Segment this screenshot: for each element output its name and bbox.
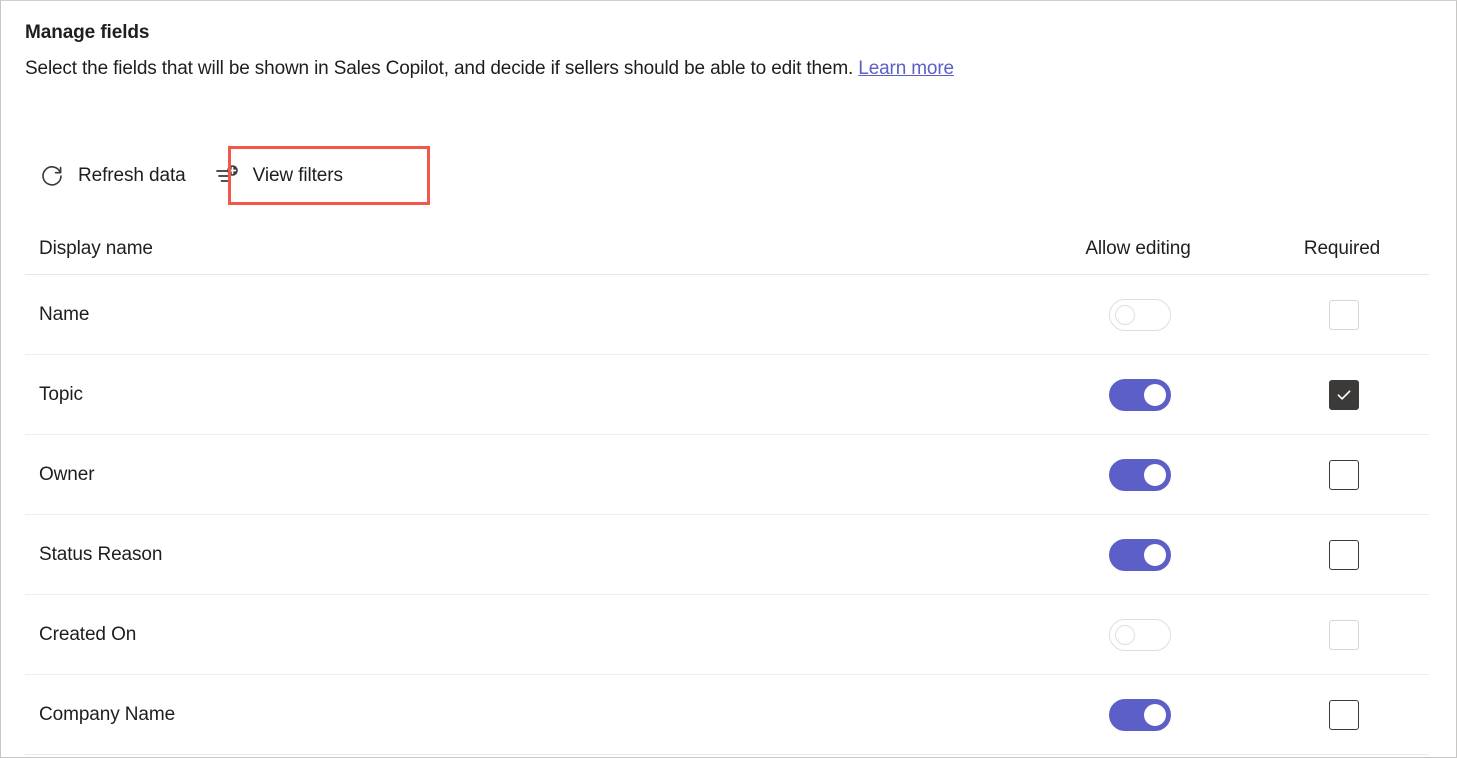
checkmark-icon (1337, 389, 1351, 400)
toggle-knob (1144, 543, 1166, 566)
allow-editing-cell (1021, 698, 1259, 731)
required-checkbox[interactable] (1329, 539, 1359, 570)
add-filter-icon (214, 163, 240, 189)
required-cell (1259, 619, 1429, 650)
table-row: Company Name (25, 675, 1429, 755)
refresh-icon (39, 163, 65, 189)
page-title: Manage fields (25, 22, 150, 43)
table-row: Owner (25, 435, 1429, 515)
refresh-data-label: Refresh data (78, 165, 186, 186)
toggle-knob (1144, 703, 1166, 726)
field-display-name: Name (39, 303, 90, 325)
required-checkbox[interactable] (1329, 699, 1359, 730)
page-header: Manage fields Select the fields that wil… (1, 1, 1456, 82)
toggle-knob (1115, 624, 1135, 645)
refresh-data-button[interactable]: Refresh data (25, 147, 200, 205)
manage-fields-page: Manage fields Select the fields that wil… (0, 0, 1457, 758)
table-row: Topic (25, 355, 1429, 435)
view-filters-button[interactable]: View filters (200, 147, 357, 205)
allow-editing-cell (1021, 298, 1259, 331)
table-body: Name Topic Owner Status Reason Created On Com… (25, 275, 1429, 755)
allow-editing-toggle (1109, 618, 1171, 651)
toggle-knob (1115, 304, 1135, 325)
field-display-name: Created On (39, 623, 137, 645)
required-cell (1259, 299, 1429, 330)
required-checkbox (1329, 619, 1359, 650)
toggle-knob (1144, 463, 1166, 486)
allow-editing-cell (1021, 378, 1259, 411)
allow-editing-toggle[interactable] (1109, 458, 1171, 491)
manage-fields-table: Display name Allow editing Required Name… (25, 223, 1429, 755)
view-filters-label: View filters (252, 165, 343, 186)
allow-editing-toggle[interactable] (1109, 378, 1171, 411)
allow-editing-toggle (1109, 298, 1171, 331)
allow-editing-cell (1021, 618, 1259, 651)
allow-editing-toggle[interactable] (1109, 538, 1171, 571)
required-checkbox[interactable] (1329, 379, 1359, 410)
required-cell (1259, 459, 1429, 490)
allow-editing-toggle[interactable] (1109, 698, 1171, 731)
learn-more-link[interactable]: Learn more (858, 58, 954, 79)
table-row: Name (25, 275, 1429, 355)
required-cell (1259, 379, 1429, 410)
table-header-row: Display name Allow editing Required (25, 223, 1429, 275)
required-checkbox (1329, 299, 1359, 330)
table-row: Status Reason (25, 515, 1429, 595)
allow-editing-cell (1021, 458, 1259, 491)
field-display-name: Topic (39, 383, 83, 405)
column-header-display-name: Display name (39, 237, 153, 259)
field-display-name: Status Reason (39, 543, 163, 565)
toggle-knob (1144, 383, 1166, 406)
required-cell (1259, 699, 1429, 730)
required-cell (1259, 539, 1429, 570)
column-header-required: Required (1303, 237, 1381, 259)
command-bar: Refresh data View filters (25, 146, 357, 206)
page-description-text: Select the fields that will be shown in … (25, 58, 854, 79)
field-display-name: Company Name (39, 703, 176, 725)
column-header-allow-editing: Allow editing (1085, 237, 1191, 259)
allow-editing-cell (1021, 538, 1259, 571)
table-row: Created On (25, 595, 1429, 675)
page-description: Select the fields that will be shown in … (25, 56, 1456, 82)
field-display-name: Owner (39, 463, 95, 485)
required-checkbox[interactable] (1329, 459, 1359, 490)
